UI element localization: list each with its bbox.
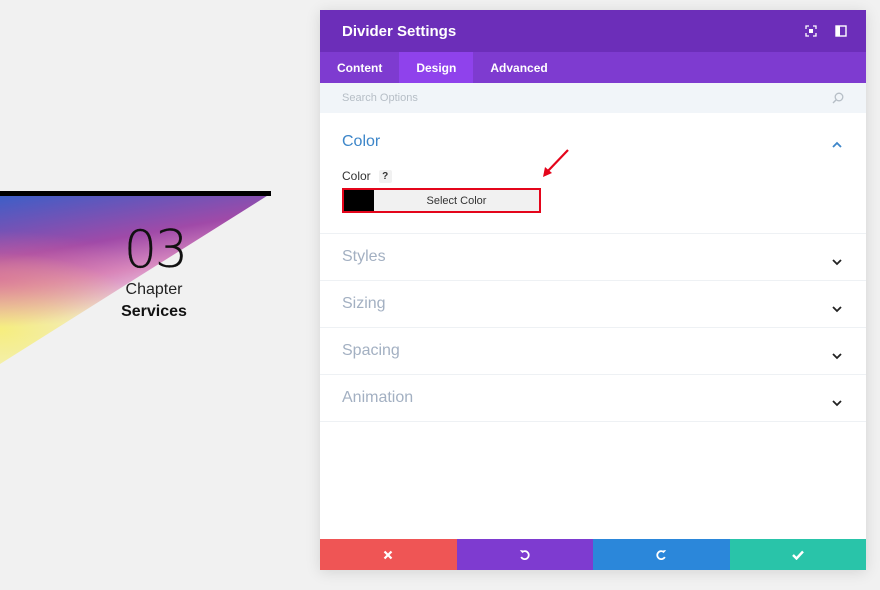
section-color-title: Color bbox=[342, 133, 381, 150]
help-icon[interactable]: ? bbox=[378, 169, 392, 183]
tab-bar: Content Design Advanced bbox=[320, 52, 866, 83]
chevron-down-icon[interactable] bbox=[832, 253, 842, 271]
chapter-number: 03 bbox=[123, 220, 188, 280]
modal-footer bbox=[320, 539, 866, 570]
select-color-button[interactable]: Select Color bbox=[374, 190, 539, 211]
annotation-arrow-icon bbox=[543, 149, 569, 177]
sidebar-toggle-icon[interactable] bbox=[834, 24, 848, 38]
save-button[interactable] bbox=[729, 539, 866, 570]
undo-button[interactable] bbox=[456, 539, 593, 570]
search-icon[interactable] bbox=[832, 91, 844, 109]
divider-settings-modal: Divider Settings Content Design Advanced bbox=[320, 10, 866, 570]
chevron-down-icon[interactable] bbox=[832, 300, 842, 318]
color-field-label: Color bbox=[342, 169, 371, 183]
cancel-button[interactable] bbox=[320, 539, 457, 570]
chapter-label: Chapter bbox=[125, 281, 183, 298]
chevron-up-icon[interactable] bbox=[832, 135, 842, 153]
search-input[interactable] bbox=[342, 92, 742, 104]
tab-design[interactable]: Design bbox=[399, 52, 474, 83]
section-styles-title: Styles bbox=[342, 248, 386, 265]
section-animation[interactable]: Animation bbox=[320, 375, 866, 422]
modal-header[interactable]: Divider Settings bbox=[320, 10, 866, 52]
search-bar bbox=[320, 83, 866, 113]
chapter-title: Services bbox=[121, 303, 187, 320]
divider-line[interactable] bbox=[0, 191, 271, 196]
section-spacing-title: Spacing bbox=[342, 342, 400, 359]
modal-title: Divider Settings bbox=[342, 22, 457, 40]
section-spacing[interactable]: Spacing bbox=[320, 328, 866, 375]
expand-icon[interactable] bbox=[804, 24, 818, 38]
color-swatch[interactable] bbox=[344, 190, 374, 211]
close-icon bbox=[383, 550, 393, 559]
redo-button[interactable] bbox=[593, 539, 730, 570]
page-preview: 03 Chapter Services bbox=[0, 0, 300, 590]
section-sizing[interactable]: Sizing bbox=[320, 281, 866, 328]
undo-icon bbox=[519, 549, 530, 560]
section-sizing-title: Sizing bbox=[342, 295, 386, 312]
chevron-down-icon[interactable] bbox=[832, 394, 842, 412]
tab-advanced[interactable]: Advanced bbox=[473, 52, 564, 83]
section-color-header[interactable]: Color bbox=[320, 113, 866, 171]
section-styles[interactable]: Styles bbox=[320, 234, 866, 281]
color-picker[interactable]: Select Color bbox=[342, 188, 541, 213]
tab-content[interactable]: Content bbox=[320, 52, 399, 83]
chevron-down-icon[interactable] bbox=[832, 347, 842, 365]
section-animation-title: Animation bbox=[342, 389, 414, 406]
section-color: Color Color ? Select Color bbox=[320, 113, 866, 234]
checkmark-icon bbox=[791, 550, 804, 560]
redo-icon bbox=[656, 549, 667, 560]
